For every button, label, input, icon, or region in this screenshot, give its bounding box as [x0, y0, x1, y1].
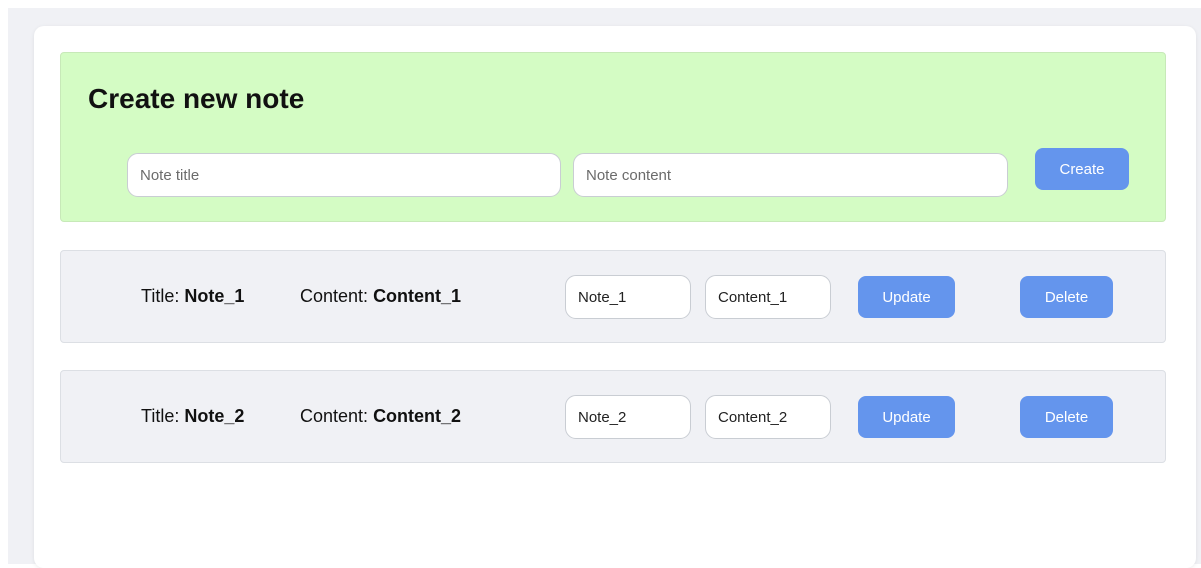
update-button[interactable]: Update	[858, 276, 955, 318]
note-content-value: Content_1	[373, 286, 462, 306]
edit-title-input[interactable]	[565, 275, 691, 319]
note-title-text: Title: Note_1	[141, 286, 244, 307]
note-content-value: Content_2	[373, 406, 462, 426]
content-prefix: Content:	[300, 286, 369, 306]
note-content-text: Content: Content_1	[300, 286, 461, 307]
delete-button[interactable]: Delete	[1020, 396, 1113, 438]
delete-button[interactable]: Delete	[1020, 276, 1113, 318]
note-title-text: Title: Note_2	[141, 406, 244, 427]
note-title-value: Note_2	[184, 406, 245, 426]
edit-title-input[interactable]	[565, 395, 691, 439]
create-note-panel: Create new note Create	[60, 52, 1166, 222]
create-button[interactable]: Create	[1035, 148, 1129, 190]
note-content-input[interactable]	[573, 153, 1008, 197]
edit-content-input[interactable]	[705, 395, 831, 439]
note-title-input[interactable]	[127, 153, 561, 197]
note-content-text: Content: Content_2	[300, 406, 461, 427]
update-button[interactable]: Update	[858, 396, 955, 438]
note-row: Title: Note_2 Content: Content_2 Update …	[60, 370, 1166, 463]
title-prefix: Title:	[141, 286, 180, 306]
note-title-value: Note_1	[184, 286, 245, 306]
content-prefix: Content:	[300, 406, 369, 426]
edit-content-input[interactable]	[705, 275, 831, 319]
title-prefix: Title:	[141, 406, 180, 426]
create-note-heading: Create new note	[88, 83, 305, 114]
note-row: Title: Note_1 Content: Content_1 Update …	[60, 250, 1166, 343]
